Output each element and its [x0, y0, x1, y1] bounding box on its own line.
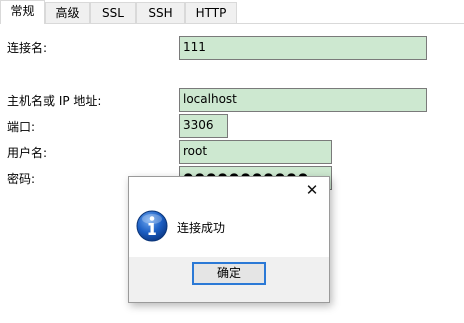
connection-name-label: 连接名: [7, 41, 48, 55]
connection-name-field[interactable]: 111 [179, 36, 427, 60]
tab-ssh[interactable]: SSH [136, 2, 185, 23]
tab-ssl[interactable]: SSL [90, 2, 136, 23]
tab-general[interactable]: 常规 [0, 0, 45, 24]
tab-http[interactable]: HTTP [185, 2, 237, 23]
tab-advanced[interactable]: 高级 [45, 2, 90, 23]
close-icon[interactable]: ✕ [301, 179, 323, 201]
port-label: 端口: [7, 120, 36, 134]
connection-success-dialog: ✕ 连接成功 确定 [128, 176, 330, 303]
dialog-message: 连接成功 [177, 221, 226, 235]
dialog-footer: 确定 [129, 257, 329, 302]
dialog-titlebar: ✕ [129, 177, 329, 203]
host-label: 主机名或 IP 地址: [7, 94, 102, 108]
tab-bar: 常规 高级 SSL SSH HTTP [0, 0, 464, 24]
host-field[interactable]: localhost [179, 88, 427, 112]
username-label: 用户名: [7, 146, 48, 160]
port-field[interactable]: 3306 [179, 114, 228, 138]
tab-divider [0, 23, 464, 24]
info-icon [136, 210, 168, 242]
username-field[interactable]: root [179, 140, 332, 164]
dialog-body: 连接成功 [129, 203, 329, 257]
password-label: 密码: [7, 172, 36, 186]
ok-button[interactable]: 确定 [192, 262, 266, 285]
